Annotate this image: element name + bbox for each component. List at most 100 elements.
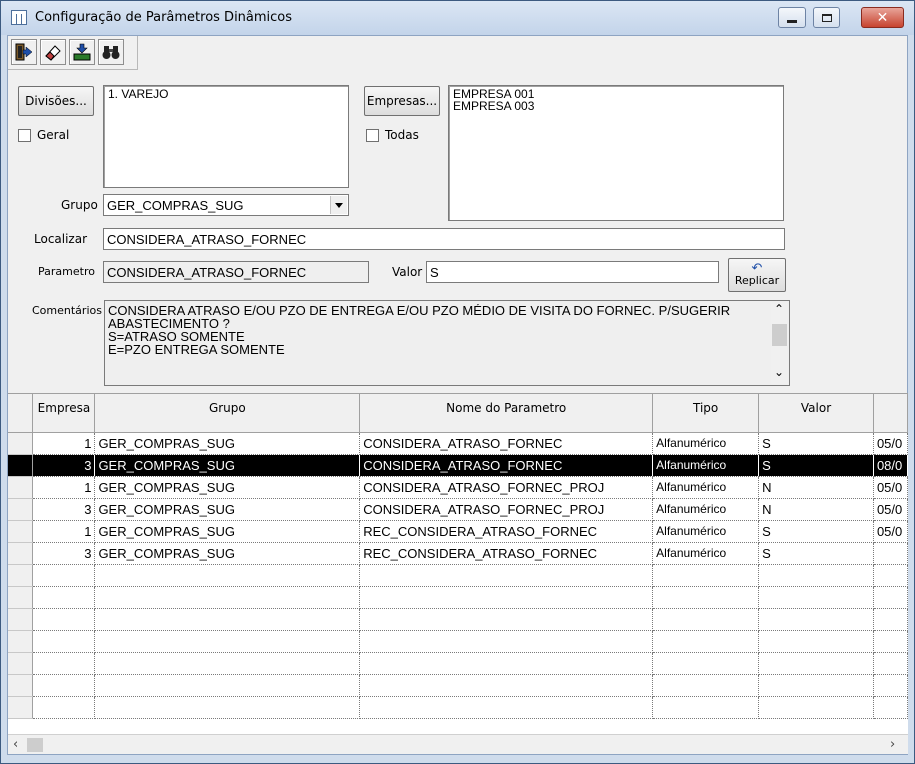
- empty-cell[interactable]: [652, 652, 760, 675]
- table-cell-valor[interactable]: S: [758, 520, 874, 543]
- maximize-button[interactable]: [813, 7, 840, 28]
- empty-cell[interactable]: [32, 696, 96, 719]
- geral-checkbox[interactable]: Geral: [18, 128, 69, 142]
- row-indicator[interactable]: [8, 630, 34, 653]
- empty-cell[interactable]: [32, 608, 96, 631]
- memo-scrollbar[interactable]: ⌃ ⌄: [771, 302, 788, 384]
- table-cell-grupo[interactable]: GER_COMPRAS_SUG: [94, 520, 361, 543]
- empty-cell[interactable]: [32, 652, 96, 675]
- empty-cell[interactable]: [652, 674, 760, 697]
- empty-row[interactable]: [8, 652, 908, 675]
- divisoes-listbox[interactable]: 1. VAREJO: [103, 85, 349, 188]
- table-cell-extra[interactable]: 05/0: [873, 520, 908, 543]
- table-cell-nome[interactable]: REC_CONSIDERA_ATRASO_FORNEC: [359, 520, 654, 543]
- table-cell-nome[interactable]: CONSIDERA_ATRASO_FORNEC: [359, 432, 654, 455]
- scroll-up-icon[interactable]: ⌃: [774, 303, 784, 316]
- comentarios-memo[interactable]: CONSIDERA ATRASO E/OU PZO DE ENTREGA E/O…: [104, 300, 790, 386]
- empty-cell[interactable]: [873, 630, 908, 653]
- table-cell-tipo[interactable]: Alfanumérico: [652, 476, 760, 499]
- dropdown-button[interactable]: [330, 196, 347, 214]
- clear-button[interactable]: [40, 39, 66, 65]
- column-header-grupo[interactable]: Grupo: [94, 394, 361, 433]
- replicar-button[interactable]: ↶ Replicar: [728, 258, 786, 292]
- table-row[interactable]: 3 GER_COMPRAS_SUG CONSIDERA_ATRASO_FORNEC A…: [8, 454, 908, 477]
- empty-cell[interactable]: [873, 564, 908, 587]
- empty-cell[interactable]: [758, 696, 874, 719]
- table-cell-valor[interactable]: S: [758, 432, 874, 455]
- table-cell-tipo[interactable]: Alfanumérico: [652, 432, 760, 455]
- table-cell-empresa[interactable]: 1: [32, 476, 96, 499]
- list-item[interactable]: 1. VAREJO: [108, 88, 344, 100]
- table-cell-empresa[interactable]: 3: [32, 542, 96, 565]
- valor-input[interactable]: S: [426, 261, 719, 283]
- empty-cell[interactable]: [32, 564, 96, 587]
- row-indicator[interactable]: [8, 432, 34, 455]
- empty-cell[interactable]: [873, 608, 908, 631]
- empresas-button[interactable]: Empresas...: [364, 86, 440, 116]
- table-row[interactable]: 1 GER_COMPRAS_SUG REC_CONSIDERA_ATRASO_FOR…: [8, 520, 908, 543]
- todas-checkbox-box[interactable]: [366, 128, 379, 142]
- search-button[interactable]: [98, 39, 124, 65]
- column-header-tipo[interactable]: Tipo: [652, 394, 760, 433]
- save-button[interactable]: [69, 39, 95, 65]
- table-cell-extra[interactable]: [873, 542, 908, 565]
- grupo-combobox[interactable]: GER_COMPRAS_SUG: [103, 194, 349, 216]
- scrollbar-thumb[interactable]: [772, 324, 787, 346]
- exit-button[interactable]: [11, 39, 37, 65]
- empty-cell[interactable]: [359, 630, 654, 653]
- empty-cell[interactable]: [758, 630, 874, 653]
- empty-row[interactable]: [8, 674, 908, 697]
- table-cell-tipo[interactable]: Alfanumérico: [652, 498, 760, 521]
- empty-cell[interactable]: [94, 696, 361, 719]
- parameters-grid[interactable]: Empresa Grupo Nome do Parametro Tipo Val…: [8, 393, 908, 734]
- scrollbar-thumb[interactable]: [27, 738, 43, 752]
- empty-cell[interactable]: [652, 630, 760, 653]
- table-cell-valor[interactable]: N: [758, 476, 874, 499]
- minimize-button[interactable]: [778, 7, 806, 28]
- empty-cell[interactable]: [758, 586, 874, 609]
- column-header-extra[interactable]: [873, 394, 908, 433]
- empty-cell[interactable]: [873, 586, 908, 609]
- localizar-input[interactable]: CONSIDERA_ATRASO_FORNEC: [103, 228, 785, 250]
- table-cell-nome[interactable]: CONSIDERA_ATRASO_FORNEC: [359, 454, 654, 477]
- empty-cell[interactable]: [94, 630, 361, 653]
- horizontal-scrollbar[interactable]: ‹ ›: [8, 734, 908, 754]
- table-cell-extra[interactable]: 05/0: [873, 476, 908, 499]
- column-header-valor[interactable]: Valor: [758, 394, 874, 433]
- empty-cell[interactable]: [758, 674, 874, 697]
- empty-row[interactable]: [8, 608, 908, 631]
- table-cell-extra[interactable]: 08/0: [873, 454, 908, 477]
- empty-cell[interactable]: [32, 674, 96, 697]
- close-button[interactable]: ✕: [861, 7, 904, 28]
- table-cell-tipo[interactable]: Alfanumérico: [652, 542, 760, 565]
- table-row[interactable]: 1 GER_COMPRAS_SUG CONSIDERA_ATRASO_FORNEC_…: [8, 476, 908, 499]
- empty-cell[interactable]: [359, 608, 654, 631]
- row-indicator[interactable]: [8, 608, 34, 631]
- table-row[interactable]: 3 GER_COMPRAS_SUG CONSIDERA_ATRASO_FORNEC_…: [8, 498, 908, 521]
- empty-cell[interactable]: [359, 652, 654, 675]
- empty-cell[interactable]: [652, 564, 760, 587]
- empty-cell[interactable]: [359, 674, 654, 697]
- table-cell-grupo[interactable]: GER_COMPRAS_SUG: [94, 542, 361, 565]
- empty-cell[interactable]: [652, 586, 760, 609]
- empty-cell[interactable]: [359, 564, 654, 587]
- list-item[interactable]: EMPRESA 003: [453, 100, 779, 112]
- row-indicator[interactable]: [8, 564, 34, 587]
- table-cell-tipo[interactable]: Alfanumérico: [652, 520, 760, 543]
- row-indicator[interactable]: [8, 498, 34, 521]
- empty-cell[interactable]: [758, 652, 874, 675]
- table-cell-nome[interactable]: CONSIDERA_ATRASO_FORNEC_PROJ: [359, 476, 654, 499]
- empty-cell[interactable]: [652, 696, 760, 719]
- title-bar[interactable]: Configuração de Parâmetros Dinâmicos ✕: [1, 1, 914, 35]
- empty-row[interactable]: [8, 696, 908, 719]
- divisoes-button[interactable]: Divisões...: [18, 86, 94, 116]
- empty-cell[interactable]: [873, 652, 908, 675]
- table-cell-extra[interactable]: 05/0: [873, 498, 908, 521]
- column-header-nome[interactable]: Nome do Parametro: [359, 394, 654, 433]
- table-cell-empresa[interactable]: 3: [32, 454, 96, 477]
- table-cell-tipo[interactable]: Alfanumérico: [652, 454, 760, 477]
- row-indicator[interactable]: [8, 454, 34, 477]
- row-indicator[interactable]: [8, 520, 34, 543]
- empty-cell[interactable]: [94, 564, 361, 587]
- empty-cell[interactable]: [359, 696, 654, 719]
